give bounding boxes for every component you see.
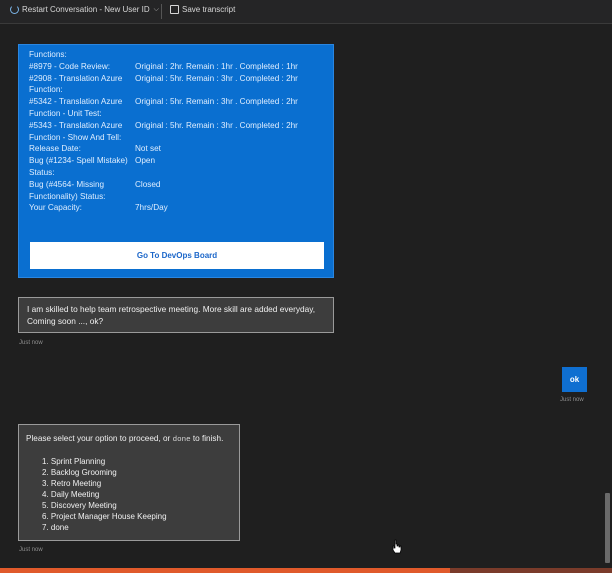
prompt-done-keyword: done <box>172 436 191 444</box>
restart-conversation-button[interactable]: Restart Conversation - New User ID ⌵ <box>10 5 159 14</box>
scrollbar-track[interactable] <box>603 25 612 565</box>
card-fact-row: #2908 - Translation Azure Function: Origi… <box>29 73 329 97</box>
card-fact-label: #8979 - Code Review: <box>29 61 111 71</box>
options-prompt: Please select your option to proceed, or… <box>26 433 232 446</box>
card-fact-row: #5342 - Translation Azure Function - Uni… <box>29 96 329 120</box>
option-item[interactable]: 4. Daily Meeting <box>42 489 232 500</box>
bottom-progress-bar-remainder <box>450 568 612 573</box>
bot-message: I am skilled to help team retrospective … <box>18 297 334 333</box>
toolbar: Restart Conversation - New User ID ⌵ Sav… <box>0 0 612 24</box>
option-item[interactable]: 3. Retro Meeting <box>42 478 232 489</box>
restart-conversation-label: Restart Conversation - New User ID <box>22 5 150 14</box>
bot-message-timestamp: Just now <box>19 340 43 346</box>
card-fact-value: 7hrs/Day <box>135 203 168 213</box>
scrollbar-thumb[interactable] <box>605 493 610 563</box>
card-fact-row: #5343 - Translation Azure Function - Sho… <box>29 120 329 144</box>
option-item[interactable]: 6. Project Manager House Keeping <box>42 511 232 522</box>
save-transcript-label: Save transcript <box>182 5 236 14</box>
option-item[interactable]: 7. done <box>42 522 232 533</box>
card-fact-label: Your Capacity: <box>29 203 82 213</box>
toolbar-divider <box>161 4 162 19</box>
card-fact-row: Functions: <box>29 49 329 61</box>
bot-message-text: I am skilled to help team retrospective … <box>27 304 316 326</box>
save-icon <box>170 5 179 14</box>
user-message-timestamp: Just now <box>560 397 584 403</box>
prompt-text-end: to finish. <box>190 434 224 443</box>
card-fact-label: #5343 - Translation Azure Function - Sho… <box>29 120 123 142</box>
prompt-text-start: Please select your option to proceed, or <box>26 434 173 443</box>
card-fact-label: #2908 - Translation Azure Function: <box>29 73 123 95</box>
options-message: Please select your option to proceed, or… <box>18 424 240 541</box>
mouse-cursor-icon <box>392 539 402 554</box>
save-transcript-button[interactable]: Save transcript <box>170 5 235 14</box>
card-fact-list: Functions: #8979 - Code Review: Original :… <box>29 49 329 214</box>
card-fact-label: Bug (#4564- Missing Functionality) Statu… <box>29 179 106 201</box>
status-card: Functions: #8979 - Code Review: Original :… <box>18 44 334 278</box>
option-item[interactable]: 5. Discovery Meeting <box>42 500 232 511</box>
card-fact-value: Original : 5hr. Remain : 3hr . Completed… <box>135 73 298 83</box>
option-item[interactable]: 2. Backlog Grooming <box>42 467 232 478</box>
card-fact-value: Open <box>135 156 156 166</box>
options-message-timestamp: Just now <box>19 547 43 553</box>
card-fact-value: Original : 5hr. Remain : 3hr . Completed… <box>135 120 298 130</box>
card-fact-label: #5342 - Translation Azure Function - Uni… <box>29 97 123 118</box>
card-fact-value: Original : 2hr. Remain : 1hr . Completed… <box>135 61 298 71</box>
chat-window: Restart Conversation - New User ID ⌵ Sav… <box>0 0 612 573</box>
card-fact-label: Bug (#1234- Spell Mistake) Status: <box>29 156 128 177</box>
options-list: 1. Sprint Planning 2. Backlog Grooming 3. … <box>26 456 232 533</box>
chevron-down-icon[interactable]: ⌵ <box>154 6 159 14</box>
restart-icon <box>10 5 19 14</box>
card-fact-label: Release Date: <box>29 144 81 154</box>
card-fact-row: Bug (#4564- Missing Functionality) Statu… <box>29 179 329 203</box>
card-fact-label: Functions: <box>29 50 67 59</box>
user-message-bubble[interactable]: ok <box>562 367 587 392</box>
card-fact-value: Original : 5hr. Remain : 3hr . Completed… <box>135 97 298 107</box>
option-item[interactable]: 1. Sprint Planning <box>42 456 232 467</box>
card-fact-row: Your Capacity: 7hrs/Day <box>29 202 329 214</box>
card-fact-row: #8979 - Code Review: Original : 2hr. Rema… <box>29 61 329 73</box>
go-to-devops-board-button[interactable]: Go To DevOps Board <box>30 242 324 269</box>
card-fact-value: Not set <box>135 144 161 154</box>
card-fact-row: Bug (#1234- Spell Mistake) Status: Open <box>29 155 329 179</box>
card-fact-value: Closed <box>135 179 161 189</box>
card-fact-row: Release Date: Not set <box>29 143 329 155</box>
